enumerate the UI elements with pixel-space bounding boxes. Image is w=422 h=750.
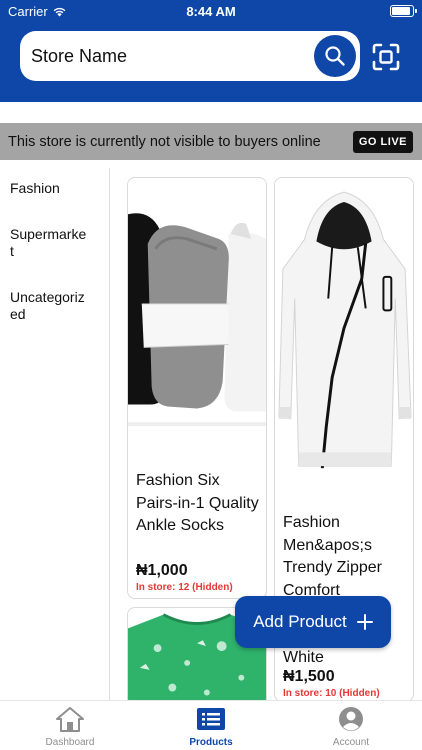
battery-icon (390, 5, 417, 17)
add-product-label: Add Product (253, 612, 347, 631)
product-card[interactable]: Fashion Six Pairs-in-1 Quality Ankle Soc… (127, 177, 267, 599)
category-sidebar: Fashion Supermarket Uncategorized (0, 168, 110, 700)
tab-products[interactable]: Products (151, 705, 271, 748)
visibility-notice-banner: This store is currently not visible to b… (0, 123, 422, 160)
product-stock-status: In store: 12 (Hidden) (136, 582, 233, 593)
add-product-button[interactable]: Add Product (235, 596, 391, 648)
product-title: Fashion Six Pairs-in-1 Quality Ankle Soc… (136, 472, 259, 534)
tab-account[interactable]: Account (291, 705, 411, 748)
product-price: ₦1,000 (136, 562, 188, 579)
product-image-hoodie (275, 180, 413, 494)
status-time: 8:44 AM (186, 4, 236, 19)
product-title: Fashion Men&apos;s Trendy Zipper Comfort (283, 514, 382, 599)
go-live-button[interactable]: GO LIVE (352, 131, 413, 153)
tab-account-label: Account (332, 737, 370, 748)
tab-products-label: Products (189, 737, 233, 748)
category-item-uncategorized[interactable]: Uncategorized (10, 289, 90, 323)
tab-dashboard-label: Dashboard (45, 737, 95, 748)
app-header: Store Name (0, 22, 422, 102)
account-icon (339, 707, 363, 731)
search-input[interactable]: Store Name (20, 31, 360, 81)
category-item-supermarket[interactable]: Supermarket (10, 226, 90, 260)
search-button[interactable] (314, 35, 356, 77)
product-image-socks (128, 179, 266, 427)
home-icon (56, 707, 84, 732)
scan-icon (372, 43, 400, 71)
product-title-tail: White (283, 649, 324, 666)
status-bar: Carrier 8:44 AM (0, 0, 422, 22)
visibility-notice-text: This store is currently not visible to b… (8, 134, 321, 150)
product-price: ₦1,500 (283, 668, 335, 685)
product-stock-status: In store: 10 (Hidden) (283, 688, 380, 699)
plus-icon (356, 614, 373, 630)
tab-dashboard[interactable]: Dashboard (10, 705, 130, 748)
search-input-value: Store Name (31, 46, 128, 66)
scan-button[interactable] (370, 41, 402, 73)
category-item-fashion[interactable]: Fashion (10, 180, 90, 197)
search-icon (325, 46, 345, 66)
bottom-tab-bar: Dashboard Products Account (0, 700, 422, 750)
list-icon (197, 708, 225, 730)
